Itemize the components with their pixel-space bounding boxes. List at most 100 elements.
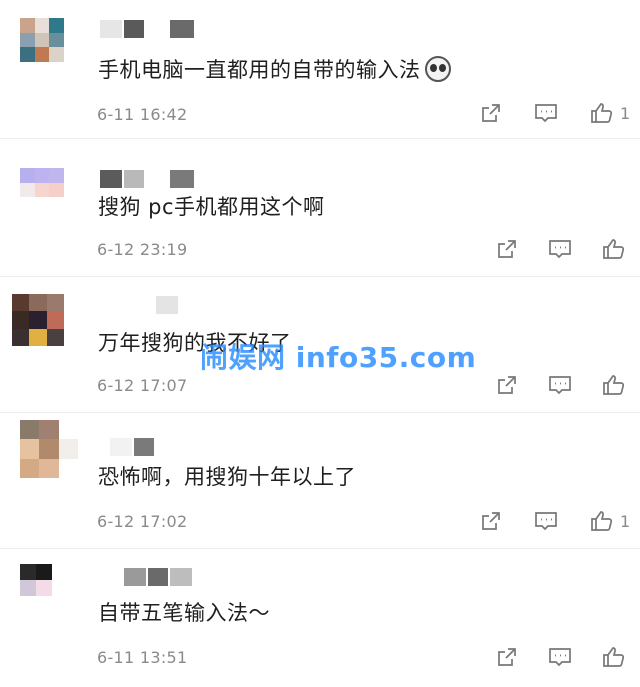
username-mosaic-block — [100, 20, 122, 38]
comment-icon — [549, 376, 571, 395]
comment-text: 手机电脑一直都用的自带的输入法 — [98, 55, 451, 85]
comment-body: 恐怖啊，用搜狗十年以上了 — [98, 465, 356, 489]
like-button[interactable] — [602, 373, 626, 397]
avatar-mosaic-tile — [39, 420, 59, 440]
avatar-mosaic-tile — [46, 328, 64, 346]
like-button[interactable]: 1 — [590, 509, 630, 533]
username[interactable] — [124, 566, 192, 588]
avatar[interactable] — [12, 294, 64, 346]
avatar-mosaic-tile — [20, 32, 35, 48]
share-button[interactable] — [496, 238, 518, 260]
avatar-mosaic-tile — [20, 168, 35, 183]
avatar-mosaic-tile — [20, 458, 40, 478]
avatar-mosaic-tile — [52, 580, 68, 596]
avatar-mosaic-tile — [49, 168, 64, 183]
username-mosaic-block — [110, 296, 132, 314]
like-count: 1 — [620, 511, 631, 531]
avatar-mosaic-tile — [46, 311, 64, 329]
username[interactable] — [110, 436, 178, 458]
avatar-mosaic-tile — [36, 564, 52, 580]
like-count: 1 — [620, 103, 631, 123]
avatar-mosaic-tile — [20, 197, 35, 212]
share-button[interactable] — [480, 510, 502, 532]
username[interactable] — [100, 168, 194, 190]
share-button[interactable] — [496, 374, 518, 396]
avatar[interactable] — [20, 18, 64, 62]
avatar-mosaic-tile — [12, 294, 30, 312]
avatar-mosaic-tile — [34, 197, 50, 212]
thumbs-up-icon — [591, 103, 613, 123]
avatar[interactable] — [20, 168, 64, 212]
like-button[interactable] — [602, 237, 626, 261]
avatar-mosaic-tile — [20, 564, 36, 580]
comment-body: 自带五笔输入法～ — [98, 601, 270, 625]
avatar-mosaic-tile — [39, 458, 59, 478]
avatar-mosaic-tile — [49, 18, 64, 33]
share-icon — [482, 104, 500, 122]
reply-button[interactable] — [534, 510, 558, 532]
avatar-mosaic-tile — [49, 32, 64, 48]
avatar[interactable] — [20, 564, 68, 612]
avatar-mosaic-tile — [34, 168, 50, 183]
share-icon — [498, 648, 516, 666]
avatar-mosaic-tile — [20, 47, 35, 62]
comment-feed: 手机电脑一直都用的自带的输入法 6-11 16:42 1 搜狗 pc手机都用这个… — [0, 0, 640, 687]
username-mosaic-block — [170, 170, 194, 188]
comment-time: 6-11 13:51 — [97, 648, 188, 667]
avatar-mosaic-tile — [52, 564, 68, 580]
avatar-mosaic-tile — [29, 294, 47, 312]
avatar-mosaic-tile — [20, 439, 40, 459]
reply-button[interactable] — [548, 374, 572, 396]
comment-time: 6-12 17:07 — [97, 376, 188, 395]
avatar-mosaic-tile — [58, 420, 78, 440]
username-mosaic-block — [124, 170, 144, 188]
avatar-mosaic-tile — [34, 182, 50, 198]
share-button[interactable] — [496, 646, 518, 668]
avatar-mosaic-tile — [39, 439, 59, 459]
thumbs-up-icon — [603, 647, 625, 667]
username-mosaic-block — [170, 20, 194, 38]
comment-text: 恐怖啊，用搜狗十年以上了 — [98, 462, 356, 492]
username-mosaic-block — [124, 568, 146, 586]
reply-button[interactable] — [548, 238, 572, 260]
username-mosaic-block — [124, 20, 144, 38]
comment-icon — [549, 648, 571, 667]
username[interactable] — [110, 294, 178, 316]
comment-text: 自带五笔输入法～ — [98, 598, 270, 628]
share-icon — [498, 376, 516, 394]
avatar-mosaic-tile — [36, 580, 52, 596]
username-mosaic-block — [100, 170, 122, 188]
avatar-mosaic-tile — [46, 294, 64, 312]
username[interactable] — [100, 18, 194, 40]
avatar-mosaic-tile — [49, 197, 64, 212]
username-mosaic-block — [146, 20, 168, 38]
thumbs-up-icon — [603, 375, 625, 395]
avatar-mosaic-tile — [29, 328, 47, 346]
avatar-mosaic-tile — [12, 311, 30, 329]
share-icon — [498, 240, 516, 258]
comment-item: 搜狗 pc手机都用这个啊 6-12 23:19 — [0, 138, 640, 277]
comment-icon — [549, 240, 571, 259]
avatar[interactable] — [20, 420, 78, 478]
username-mosaic-block — [156, 438, 178, 456]
avatar-mosaic-tile — [52, 596, 68, 612]
username-mosaic-block — [110, 438, 132, 456]
like-button[interactable]: 1 — [590, 101, 630, 125]
thumbs-up-icon — [591, 511, 613, 531]
share-button[interactable] — [480, 102, 502, 124]
avatar-mosaic-tile — [49, 182, 64, 198]
comment-icon — [535, 512, 557, 531]
thumbs-up-icon — [603, 239, 625, 259]
username-mosaic-block — [170, 568, 192, 586]
comment-time: 6-11 16:42 — [97, 105, 188, 124]
reply-button[interactable] — [548, 646, 572, 668]
avatar-mosaic-tile — [49, 47, 64, 62]
username-mosaic-block — [134, 296, 154, 314]
like-button[interactable] — [602, 645, 626, 669]
panda-face-emoji-icon — [424, 56, 451, 82]
avatar-mosaic-tile — [58, 458, 78, 478]
avatar-mosaic-tile — [29, 311, 47, 329]
comment-body: 手机电脑一直都用的自带的输入法 — [98, 58, 421, 82]
reply-button[interactable] — [534, 102, 558, 124]
comment-body: 搜狗 pc手机都用这个啊 — [98, 195, 325, 219]
